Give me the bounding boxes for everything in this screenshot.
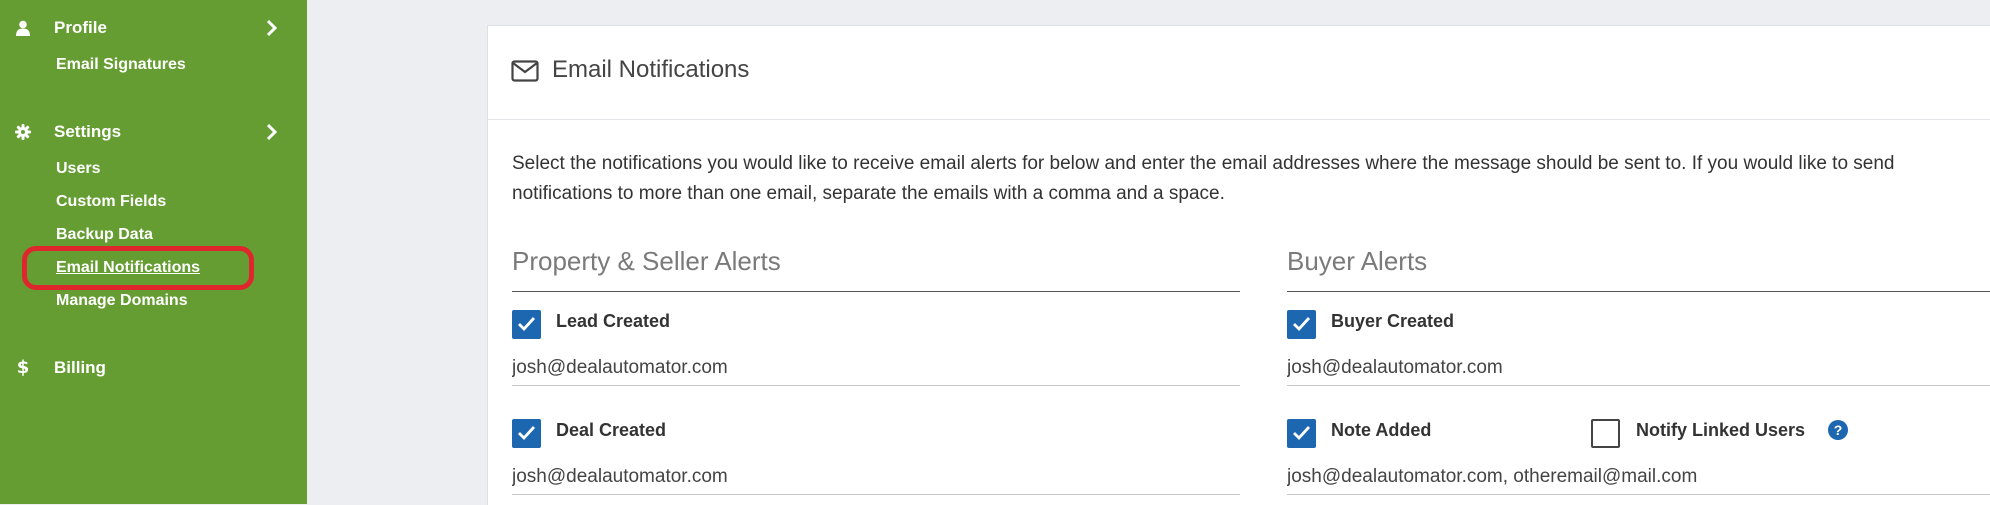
sidebar-section-label: Settings <box>54 122 122 141</box>
dollar-icon: $ <box>16 357 30 378</box>
note-added-email-field[interactable] <box>1287 460 1990 495</box>
lead-created-label: Lead Created <box>556 311 671 331</box>
chevron-right-icon[interactable] <box>262 19 280 37</box>
section-divider <box>1287 291 1990 292</box>
question-circle-icon[interactable]: ? <box>1828 420 1848 440</box>
chevron-right-icon[interactable] <box>262 123 280 141</box>
user-icon <box>14 19 32 37</box>
sidebar: Profile Email Signatures Settings Users <box>0 0 307 504</box>
buyer-created-label: Buyer Created <box>1331 311 1455 331</box>
note-added-checkbox[interactable] <box>1287 419 1316 448</box>
sidebar-section-label: Billing <box>54 358 106 377</box>
envelope-icon <box>511 60 539 82</box>
deal-created-label: Deal Created <box>556 420 667 440</box>
buyer-created-checkbox[interactable] <box>1287 310 1316 339</box>
sidebar-item-custom-fields[interactable]: Custom Fields <box>56 193 166 211</box>
sidebar-item-backup-data[interactable]: Backup Data <box>56 226 153 244</box>
page-title: Email Notifications <box>552 56 750 83</box>
buyer-created-email-field[interactable] <box>1287 351 1990 386</box>
sidebar-section-billing[interactable]: $ Billing <box>0 351 307 385</box>
sidebar-section-settings[interactable]: Settings <box>0 115 307 149</box>
gear-icon <box>14 123 32 141</box>
deal-created-email-field[interactable] <box>512 460 1240 495</box>
intro-text: Select the notifications you would like … <box>512 153 1895 204</box>
lead-created-checkbox[interactable] <box>512 310 541 339</box>
sidebar-item-email-signatures[interactable]: Email Signatures <box>56 56 186 74</box>
deal-created-checkbox[interactable] <box>512 419 541 448</box>
highlight-annotation <box>22 246 254 290</box>
sidebar-section-label: Profile <box>54 18 107 37</box>
section-divider <box>512 291 1240 292</box>
notify-linked-users-label: Notify Linked Users <box>1636 420 1806 440</box>
section-title-property-seller: Property & Seller Alerts <box>512 246 781 276</box>
sidebar-item-users[interactable]: Users <box>56 160 100 178</box>
sidebar-item-manage-domains[interactable]: Manage Domains <box>56 292 188 310</box>
sidebar-section-profile[interactable]: Profile <box>0 11 307 45</box>
notify-linked-users-checkbox[interactable] <box>1591 419 1620 448</box>
section-title-buyer: Buyer Alerts <box>1287 246 1428 276</box>
card-header: Email Notifications <box>488 26 1990 120</box>
email-notifications-card: Email Notifications Select the notificat… <box>487 25 1990 505</box>
lead-created-email-field[interactable] <box>512 351 1240 386</box>
note-added-label: Note Added <box>1331 420 1432 440</box>
